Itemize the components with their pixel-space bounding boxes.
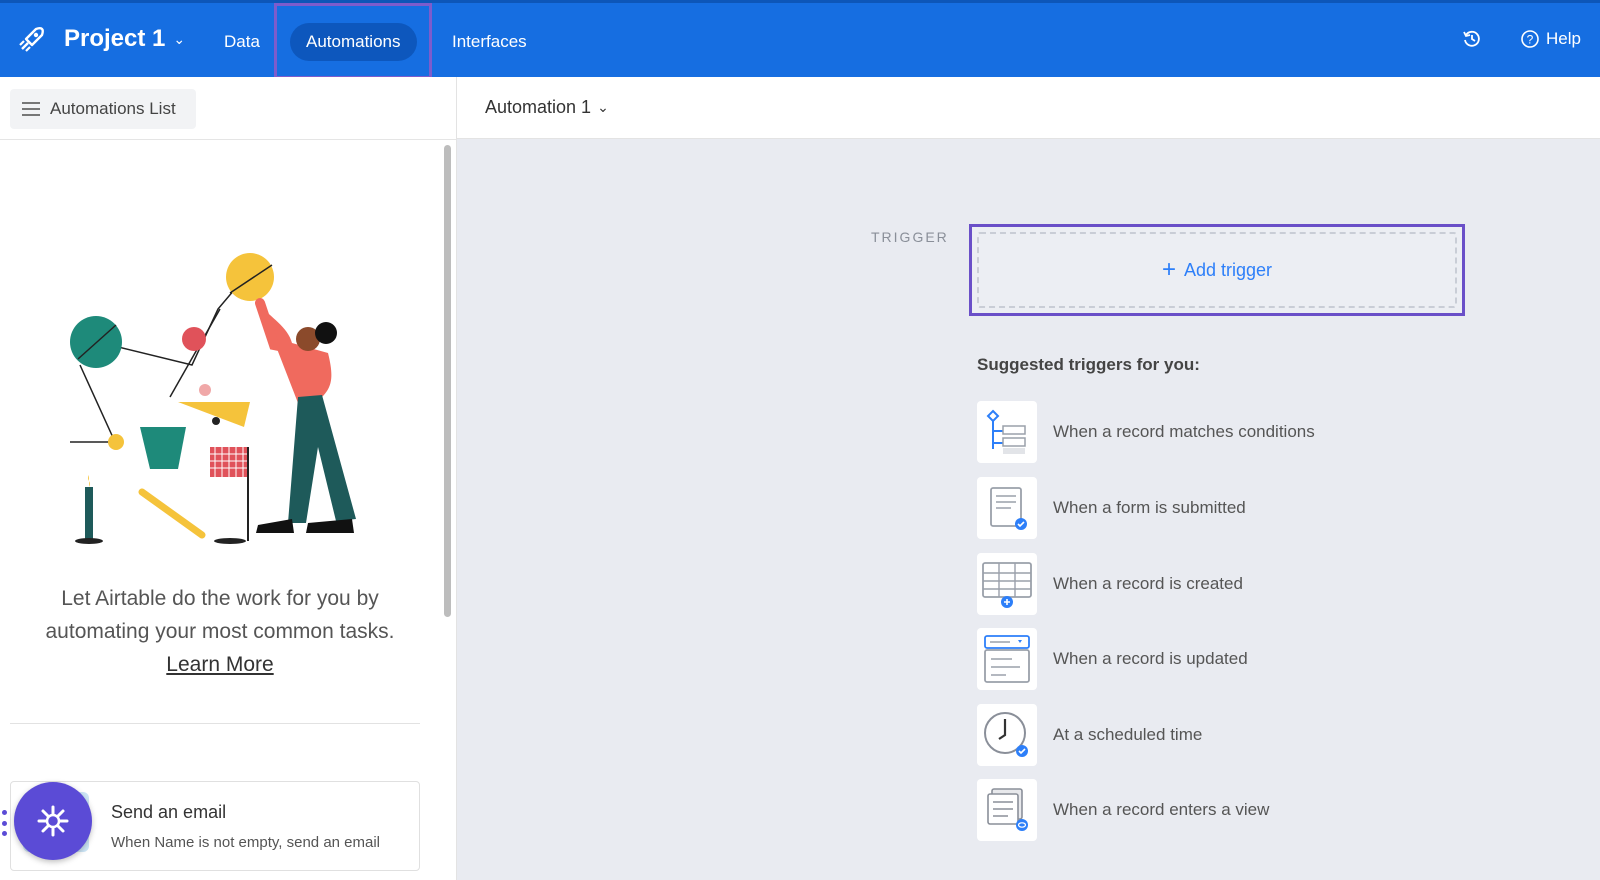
record-updated-icon [977, 628, 1037, 690]
clock-icon [977, 704, 1037, 766]
project-switcher[interactable]: Project 1 ⌄ [64, 25, 185, 53]
automations-list-label: Automations List [50, 99, 176, 118]
tab-automations[interactable]: Automations [290, 23, 417, 61]
automation-header: Automation 1 ⌄ [457, 77, 1600, 139]
divider [10, 723, 420, 724]
form-submitted-icon [977, 477, 1037, 539]
add-trigger-highlight: + Add trigger [969, 224, 1465, 316]
suggestion-label: At a scheduled time [1053, 725, 1203, 744]
tab-data[interactable]: Data [208, 23, 276, 61]
automation-illustration [70, 253, 356, 544]
sparkle-icon [37, 805, 69, 837]
add-trigger-label: Add trigger [1183, 259, 1273, 280]
top-bar: Project 1 ⌄ Data Automations Interfaces … [0, 0, 1600, 79]
suggestion-record-updated[interactable]: When a record is updated [977, 628, 1537, 690]
hamburger-menu-icon [22, 102, 40, 116]
suggestion-label: When a record matches conditions [1053, 422, 1315, 441]
svg-text:?: ? [1527, 33, 1534, 47]
learn-more-link[interactable]: Learn More [166, 653, 273, 676]
history-button[interactable] [1462, 29, 1482, 49]
suggestion-label: When a form is submitted [1053, 498, 1246, 517]
add-trigger-button[interactable]: + Add trigger [977, 232, 1457, 308]
intro-text: Let Airtable do the work for you by auto… [20, 582, 420, 681]
automation-name-dropdown[interactable]: Automation 1 ⌄ [485, 97, 609, 118]
divider [0, 139, 456, 140]
left-panel: Automations List Let Airtable do the wor… [0, 77, 457, 880]
tab-interfaces[interactable]: Interfaces [436, 23, 543, 61]
suggestion-record-matches[interactable]: When a record matches conditions [977, 401, 1537, 463]
suggestion-enters-view[interactable]: When a record enters a view [977, 779, 1537, 841]
suggestion-scheduled-time[interactable]: At a scheduled time [977, 704, 1537, 766]
drag-handle-icon[interactable] [2, 810, 8, 836]
chevron-down-icon: ⌄ [597, 99, 609, 115]
suggestion-record-created[interactable]: When a record is created [977, 553, 1537, 615]
help-circle-icon: ? [1521, 30, 1539, 48]
suggestion-label: When a record is updated [1053, 649, 1248, 668]
automation-name: Automation 1 [485, 97, 592, 117]
automation-canvas: TRIGGER + Add trigger Suggested triggers… [457, 139, 1600, 880]
suggestion-label: When a record is created [1053, 574, 1243, 593]
plus-icon: + [1161, 256, 1176, 283]
view-icon [977, 779, 1037, 841]
record-created-icon [977, 553, 1037, 615]
rocket-logo-icon[interactable] [16, 23, 48, 55]
project-name: Project 1 [64, 25, 166, 52]
help-button[interactable]: ? Help [1520, 29, 1581, 49]
intro-body: Let Airtable do the work for you by auto… [45, 587, 395, 643]
card-subtitle: When Name is not empty, send an email [111, 834, 381, 851]
suggested-triggers-title: Suggested triggers for you: [977, 355, 1200, 374]
suggestion-form-submitted[interactable]: When a form is submitted [977, 477, 1537, 539]
assistant-fab-button[interactable] [14, 782, 92, 860]
conditions-icon [977, 401, 1037, 463]
card-title: Send an email [111, 802, 227, 822]
left-panel-scrollbar[interactable] [444, 145, 451, 617]
history-icon [1463, 30, 1480, 47]
suggestion-label: When a record enters a view [1053, 800, 1270, 819]
trigger-label: TRIGGER [871, 229, 949, 245]
chevron-down-icon: ⌄ [173, 30, 186, 47]
automations-list-button[interactable]: Automations List [10, 89, 196, 129]
help-label: Help [1546, 29, 1581, 48]
